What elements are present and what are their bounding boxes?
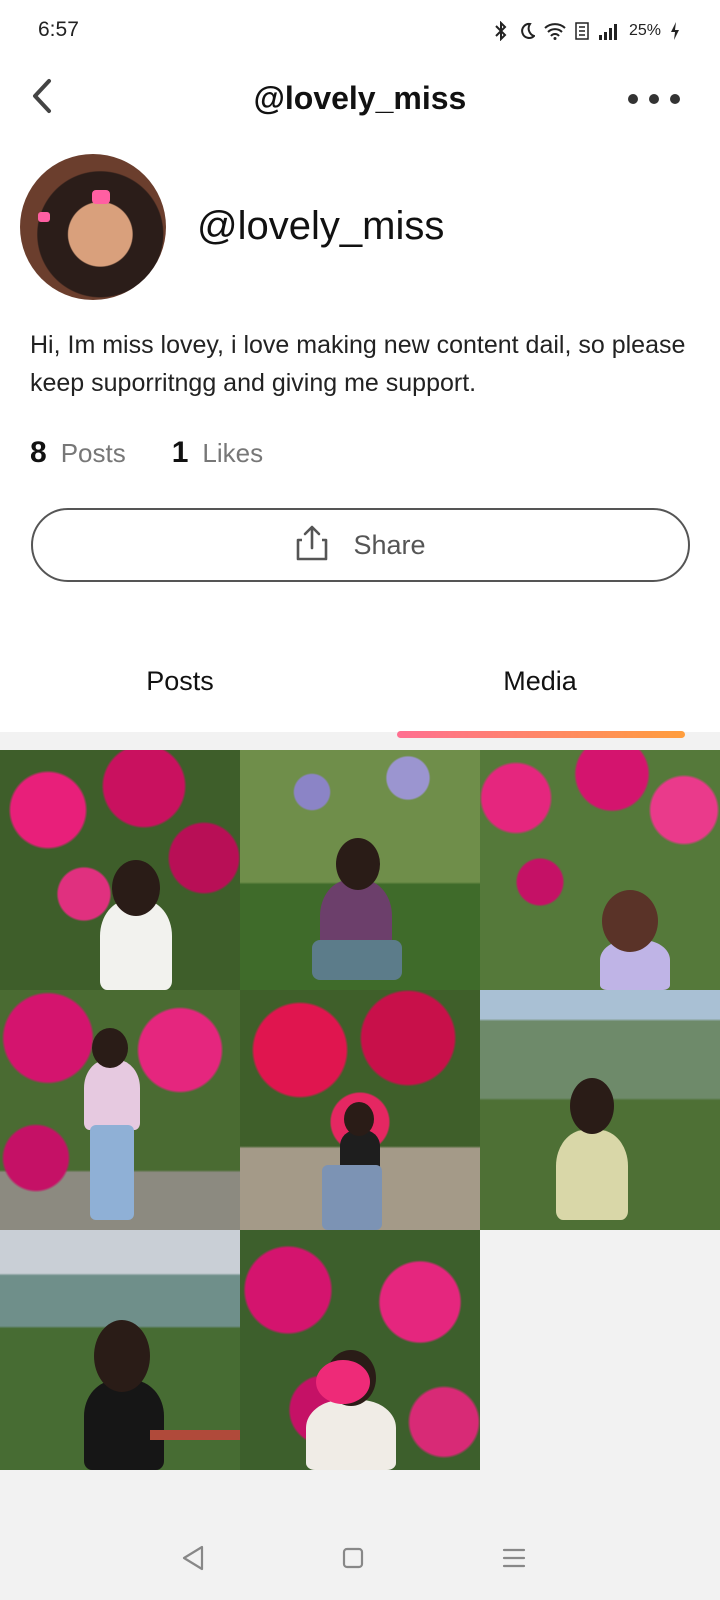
triangle-back-icon	[181, 1545, 205, 1576]
person-figure	[84, 1060, 140, 1130]
profile-tabs: Posts Media	[0, 660, 720, 732]
hair-clip	[92, 190, 110, 204]
person-head	[94, 1320, 150, 1392]
jeans	[90, 1125, 134, 1220]
media-thumbnail[interactable]	[0, 1230, 240, 1470]
media-thumbnail[interactable]	[0, 750, 240, 990]
media-thumbnail[interactable]	[240, 990, 480, 1230]
posts-count: 8	[30, 436, 47, 469]
app-header: @lovely_miss	[0, 62, 720, 138]
tab-selected-indicator	[397, 731, 685, 738]
battery-level: 25%	[628, 22, 661, 39]
media-thumbnail[interactable]	[480, 990, 720, 1230]
posts-label: Posts	[60, 438, 126, 468]
media-thumbnail[interactable]	[480, 750, 720, 990]
status-time: 6:57	[38, 18, 79, 41]
square-home-icon	[342, 1547, 364, 1574]
share-icon	[295, 524, 329, 567]
more-dot	[649, 94, 659, 104]
jeans	[322, 1165, 382, 1230]
nav-back-button[interactable]	[173, 1542, 213, 1578]
more-dots-icon	[628, 94, 638, 104]
media-thumbnail[interactable]	[0, 990, 240, 1230]
person-head	[570, 1078, 614, 1134]
railing	[150, 1430, 240, 1440]
jeans	[312, 940, 402, 980]
tab-posts[interactable]: Posts	[0, 660, 360, 720]
media-thumbnail[interactable]	[240, 750, 480, 990]
nav-home-button[interactable]	[333, 1542, 373, 1578]
person-figure	[340, 1130, 380, 1170]
person-figure	[306, 1400, 396, 1470]
signal-icon	[598, 22, 620, 40]
person-head	[92, 1028, 128, 1068]
nav-menu-button[interactable]	[494, 1542, 534, 1578]
likes-count: 1	[171, 436, 189, 469]
share-label: Share	[353, 529, 426, 560]
avatar[interactable]	[20, 154, 166, 300]
page-title: @lovely_miss	[253, 80, 467, 116]
person-head	[602, 890, 658, 952]
tree-canopy	[240, 750, 480, 820]
more-dot	[670, 94, 680, 104]
charging-icon	[670, 21, 680, 41]
status-bar: 6:57 25%	[0, 0, 720, 60]
person-head	[344, 1102, 374, 1136]
profile-bio: Hi, Im miss lovey, i love making new con…	[30, 331, 686, 397]
share-button[interactable]: Share	[31, 508, 690, 582]
moon-icon	[519, 22, 535, 40]
wifi-icon	[544, 22, 566, 40]
profile-stats: 8 Posts 1 Likes	[30, 436, 263, 470]
profile-display-name: @lovely_miss	[197, 204, 445, 248]
person-head	[336, 838, 380, 890]
held-flower	[316, 1360, 370, 1404]
hair-clip	[38, 212, 50, 222]
likes-label: Likes	[202, 438, 264, 468]
person-figure	[84, 1380, 164, 1470]
system-nav-bar	[0, 1520, 720, 1600]
media-thumbnail[interactable]	[240, 1230, 480, 1470]
menu-lines-icon	[502, 1547, 526, 1574]
bluetooth-icon	[492, 21, 510, 41]
volte-icon	[575, 21, 589, 41]
person-figure	[556, 1130, 628, 1220]
tab-media[interactable]: Media	[360, 660, 720, 720]
person-head	[112, 860, 160, 916]
more-options-button[interactable]	[628, 84, 680, 114]
status-icons: 25%	[492, 18, 680, 44]
